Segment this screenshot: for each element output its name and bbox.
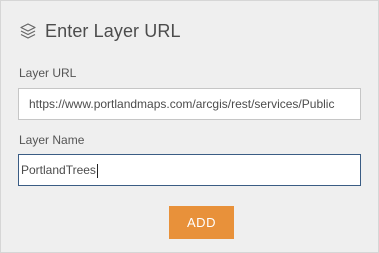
panel-title: Enter Layer URL	[45, 20, 181, 41]
layers-icon	[19, 22, 37, 40]
layer-url-value: https://www.portlandmaps.com/arcgis/rest…	[29, 97, 335, 111]
text-caret	[96, 163, 98, 178]
panel-header: Enter Layer URL	[19, 19, 181, 43]
layer-name-value: PortlandTrees	[21, 163, 96, 177]
enter-layer-url-panel: Enter Layer URL Layer URL https://www.po…	[0, 0, 379, 253]
add-button[interactable]: ADD	[169, 206, 234, 239]
layer-name-label: Layer Name	[19, 133, 85, 147]
layer-url-input[interactable]: https://www.portlandmaps.com/arcgis/rest…	[18, 88, 361, 120]
layer-name-input[interactable]: PortlandTrees	[18, 154, 361, 186]
layer-url-label: Layer URL	[19, 66, 77, 80]
